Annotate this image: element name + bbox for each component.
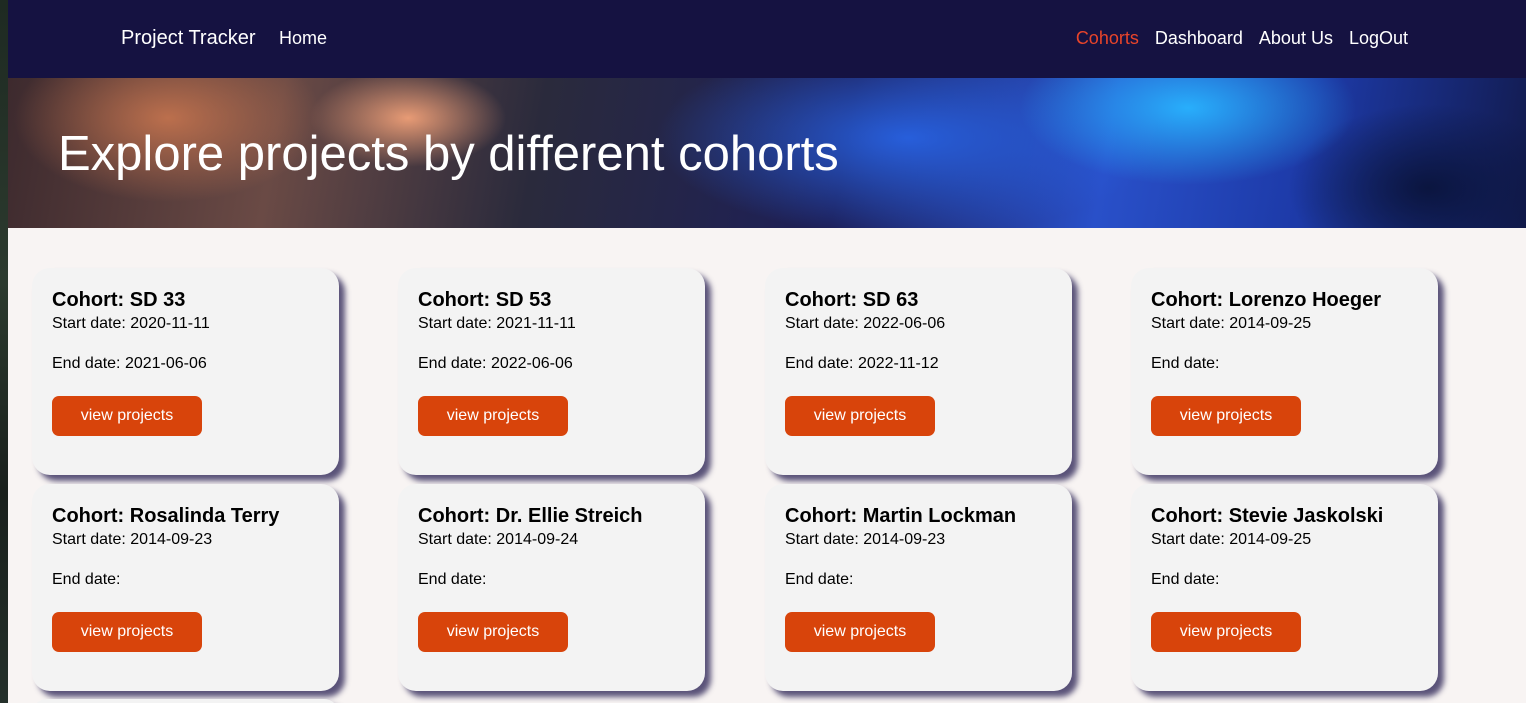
- cohort-start-date: Start date: 2014-09-23: [52, 531, 213, 548]
- cohort-start-date: Start date: 2020-11-11: [52, 315, 210, 332]
- nav-dashboard-link[interactable]: Dashboard: [1155, 28, 1243, 49]
- cohort-card-partial: [32, 699, 339, 703]
- view-projects-button[interactable]: view projects: [1151, 396, 1301, 436]
- cohort-end-date: End date:: [52, 571, 121, 588]
- cohort-end-date: End date:: [1151, 571, 1220, 588]
- hero-banner: Explore projects by different cohorts: [8, 78, 1526, 228]
- cohort-title: Cohort: Lorenzo Hoeger: [1151, 289, 1381, 311]
- view-projects-button[interactable]: view projects: [418, 612, 568, 652]
- view-projects-button[interactable]: view projects: [52, 612, 202, 652]
- cohort-end-date: End date:: [418, 571, 487, 588]
- cohort-end-date: End date: 2021-06-06: [52, 355, 207, 372]
- nav-cohorts-link[interactable]: Cohorts: [1076, 28, 1139, 49]
- view-projects-button[interactable]: view projects: [418, 396, 568, 436]
- view-projects-button[interactable]: view projects: [52, 396, 202, 436]
- cohort-card: Cohort: Lorenzo Hoeger Start date: 2014-0…: [1131, 268, 1438, 475]
- cohort-title: Cohort: SD 33: [52, 289, 186, 311]
- view-projects-button[interactable]: view projects: [785, 612, 935, 652]
- page-title: Explore projects by different cohorts: [58, 127, 839, 181]
- desktop-background-strip: [0, 0, 8, 703]
- cohort-end-date: End date: 2022-11-12: [785, 355, 939, 372]
- top-navbar: Project Tracker Home Cohorts Dashboard A…: [8, 0, 1526, 78]
- cohort-card: Cohort: SD 63 Start date: 2022-06-06 End d…: [765, 268, 1072, 475]
- cohort-title: Cohort: Dr. Ellie Streich: [418, 505, 643, 527]
- nav-logout-link[interactable]: LogOut: [1349, 28, 1408, 49]
- cohort-card: Cohort: Martin Lockman Start date: 2014-0…: [765, 484, 1072, 691]
- nav-home-link[interactable]: Home: [279, 28, 327, 49]
- cohort-title: Cohort: Stevie Jaskolski: [1151, 505, 1384, 527]
- cohort-card: Cohort: SD 33 Start date: 2020-11-11 End d…: [32, 268, 339, 475]
- cohort-start-date: Start date: 2014-09-25: [1151, 531, 1312, 548]
- cohort-start-date: Start date: 2014-09-23: [785, 531, 946, 548]
- cohort-end-date: End date:: [785, 571, 854, 588]
- cohort-card: Cohort: Rosalinda Terry Start date: 2014-…: [32, 484, 339, 691]
- nav-about-us-link[interactable]: About Us: [1259, 28, 1333, 49]
- cohort-card: Cohort: SD 53 Start date: 2021-11-11 End d…: [398, 268, 705, 475]
- cohort-title: Cohort: SD 53: [418, 289, 552, 311]
- cohort-card: Cohort: Dr. Ellie Streich Start date: 201…: [398, 484, 705, 691]
- cohort-end-date: End date: 2022-06-06: [418, 355, 573, 372]
- view-projects-button[interactable]: view projects: [785, 396, 935, 436]
- cohort-start-date: Start date: 2022-06-06: [785, 315, 946, 332]
- cohort-title: Cohort: SD 63: [785, 289, 919, 311]
- cohort-start-date: Start date: 2021-11-11: [418, 315, 576, 332]
- cohort-title: Cohort: Martin Lockman: [785, 505, 1017, 527]
- cohort-end-date: End date:: [1151, 355, 1220, 372]
- nav-right-links: Cohorts Dashboard About Us LogOut: [1076, 28, 1408, 49]
- cohort-start-date: Start date: 2014-09-25: [1151, 315, 1312, 332]
- cohort-start-date: Start date: 2014-09-24: [418, 531, 579, 548]
- cohort-card: Cohort: Stevie Jaskolski Start date: 2014…: [1131, 484, 1438, 691]
- cohort-title: Cohort: Rosalinda Terry: [52, 505, 280, 527]
- view-projects-button[interactable]: view projects: [1151, 612, 1301, 652]
- brand-link[interactable]: Project Tracker: [121, 27, 255, 50]
